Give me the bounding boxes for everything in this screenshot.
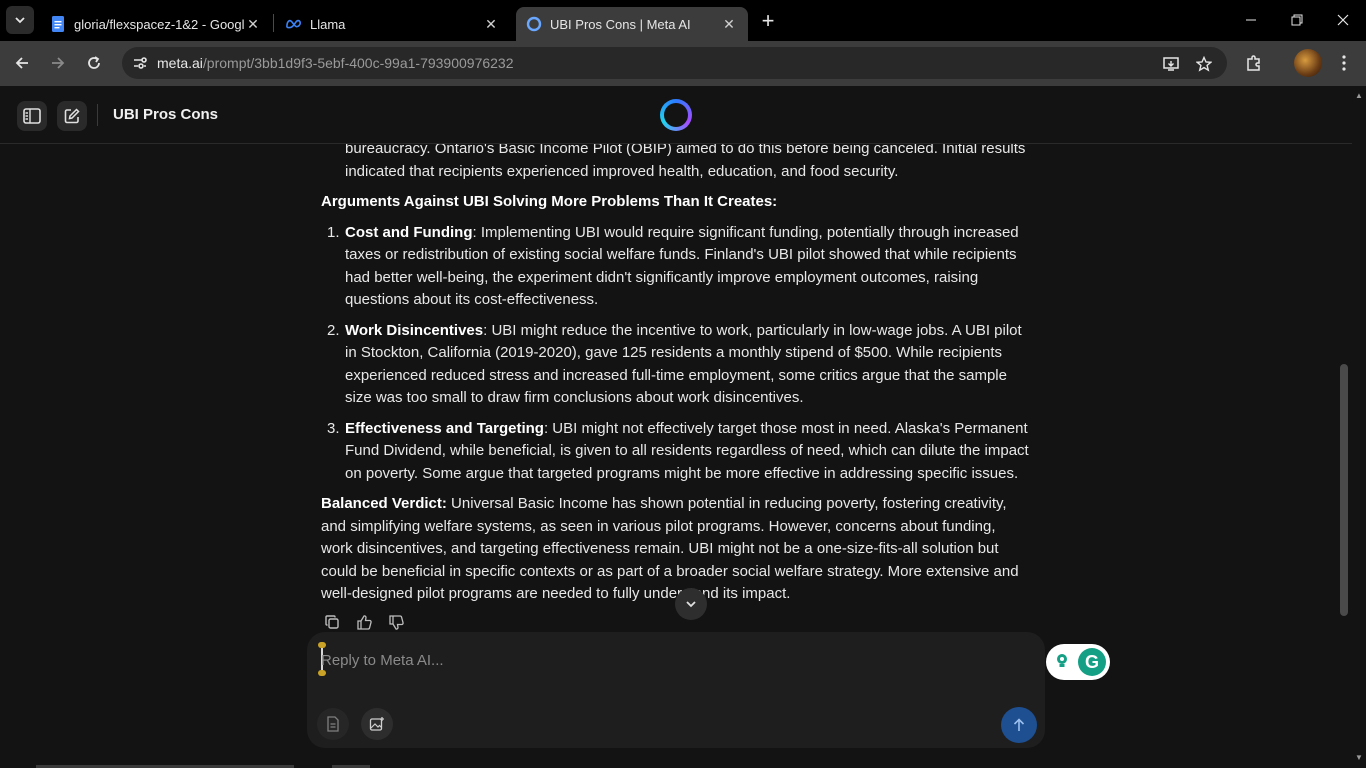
section-heading: Arguments Against UBI Solving More Probl…	[321, 193, 778, 210]
tab-title: gloria/flexspacez-1&2 - Google	[74, 16, 244, 32]
meta-ai-logo-icon	[660, 99, 692, 131]
tab-meta-ai[interactable]: UBI Pros Cons | Meta AI ✕	[516, 7, 748, 41]
new-chat-button[interactable]	[57, 101, 87, 131]
meta-ai-ring-icon	[526, 16, 542, 32]
plus-icon: +	[761, 8, 775, 33]
item-title: Effectiveness and Targeting	[345, 419, 544, 437]
sidebar-icon	[23, 108, 41, 124]
arguments-list: 1. Cost and Funding: Implementing UBI wou…	[321, 222, 1031, 486]
url-text: meta.ai/prompt/3bb1d9f3-5ebf-400c-99a1-7…	[157, 55, 514, 71]
tab-google-docs[interactable]: gloria/flexspacez-1&2 - Google ✕	[40, 7, 272, 41]
tab-title: UBI Pros Cons | Meta AI	[550, 16, 691, 32]
reload-button[interactable]	[80, 49, 108, 77]
list-item: 3. Effectiveness and Targeting: UBI might…	[327, 419, 1029, 482]
message-actions	[322, 612, 406, 632]
tab-divider	[273, 14, 274, 32]
toggle-sidebar-button[interactable]	[17, 101, 47, 131]
reply-composer	[307, 632, 1045, 748]
forward-button[interactable]	[44, 49, 72, 77]
copy-button[interactable]	[322, 612, 342, 632]
image-add-icon	[369, 717, 384, 731]
tab-strip: gloria/flexspacez-1&2 - Google ✕ Llama ✕…	[0, 0, 1366, 41]
close-window-button[interactable]	[1320, 0, 1366, 40]
close-icon	[1337, 14, 1349, 26]
close-icon[interactable]: ✕	[244, 15, 262, 33]
puzzle-piece-icon	[1247, 55, 1260, 71]
thumbs-up-icon	[356, 614, 372, 630]
close-icon[interactable]: ✕	[720, 15, 738, 33]
grammarly-icon: G	[1078, 648, 1106, 676]
tab-search-button[interactable]	[6, 6, 34, 34]
thumbs-down-button[interactable]	[386, 612, 406, 632]
scroll-up-arrow-icon[interactable]: ▲	[1354, 90, 1364, 100]
send-button[interactable]	[1001, 707, 1037, 743]
restore-button[interactable]	[1274, 0, 1320, 40]
item-title: Cost and Funding	[345, 223, 473, 241]
reply-input[interactable]	[321, 648, 1011, 672]
scroll-down-arrow-icon[interactable]: ▼	[1354, 752, 1364, 762]
chevron-down-icon	[686, 601, 696, 608]
restore-icon	[1291, 14, 1303, 26]
arrow-up-icon	[1013, 718, 1025, 731]
arrow-left-icon	[15, 57, 28, 69]
attach-image-button[interactable]	[361, 708, 393, 740]
copy-icon	[325, 615, 339, 629]
thumbs-down-icon	[388, 614, 404, 630]
list-item: 1. Cost and Funding: Implementing UBI wou…	[327, 223, 1019, 309]
address-bar[interactable]: meta.ai/prompt/3bb1d9f3-5ebf-400c-99a1-7…	[122, 47, 1227, 79]
edit-icon	[64, 108, 80, 124]
page-scrollbar[interactable]	[1352, 86, 1366, 768]
header-divider	[97, 104, 98, 126]
google-docs-icon	[50, 16, 66, 32]
back-button[interactable]	[8, 49, 36, 77]
bookmark-star-icon[interactable]	[1193, 53, 1215, 75]
grammarly-widget[interactable]: G	[1046, 644, 1110, 680]
assistant-message: bureaucracy. Ontario's Basic Income Pilo…	[321, 144, 1031, 614]
tab-title: Llama	[310, 16, 346, 32]
browser-toolbar: meta.ai/prompt/3bb1d9f3-5ebf-400c-99a1-7…	[0, 41, 1366, 86]
chat-scrollbar-thumb[interactable]	[1340, 364, 1348, 616]
meta-icon	[286, 16, 302, 32]
scroll-to-bottom-button[interactable]	[675, 588, 707, 620]
profile-avatar[interactable]	[1294, 49, 1322, 77]
list-item-continuation: bureaucracy. Ontario's Basic Income Pilo…	[345, 144, 1026, 180]
tab-llama[interactable]: Llama ✕	[276, 7, 510, 41]
close-icon[interactable]: ✕	[482, 15, 500, 33]
list-item: 2. Work Disincentives: UBI might reduce t…	[327, 321, 1022, 407]
extensions-button[interactable]	[1240, 49, 1268, 77]
page-title: UBI Pros Cons	[113, 106, 219, 123]
minimize-icon	[1246, 19, 1256, 21]
verdict-label: Balanced Verdict:	[321, 495, 447, 512]
minimize-button[interactable]	[1228, 0, 1274, 40]
install-app-icon[interactable]	[1161, 53, 1183, 75]
url-host: meta.ai	[157, 55, 203, 71]
attach-file-button[interactable]	[317, 708, 349, 740]
thumbs-up-button[interactable]	[354, 612, 374, 632]
reload-icon	[88, 56, 100, 69]
document-icon	[327, 716, 339, 732]
url-path: /prompt/3bb1d9f3-5ebf-400c-99a1-79390097…	[202, 55, 514, 71]
kebab-menu-icon	[1342, 55, 1346, 71]
item-title: Work Disincentives	[345, 321, 484, 339]
app-header: UBI Pros Cons	[0, 86, 1352, 144]
arrow-right-icon	[52, 57, 65, 69]
new-tab-button[interactable]: +	[755, 8, 781, 34]
lightbulb-icon	[1054, 653, 1070, 671]
site-settings-icon[interactable]	[130, 53, 150, 73]
chevron-down-icon	[15, 17, 25, 24]
browser-menu-button[interactable]	[1330, 49, 1358, 77]
